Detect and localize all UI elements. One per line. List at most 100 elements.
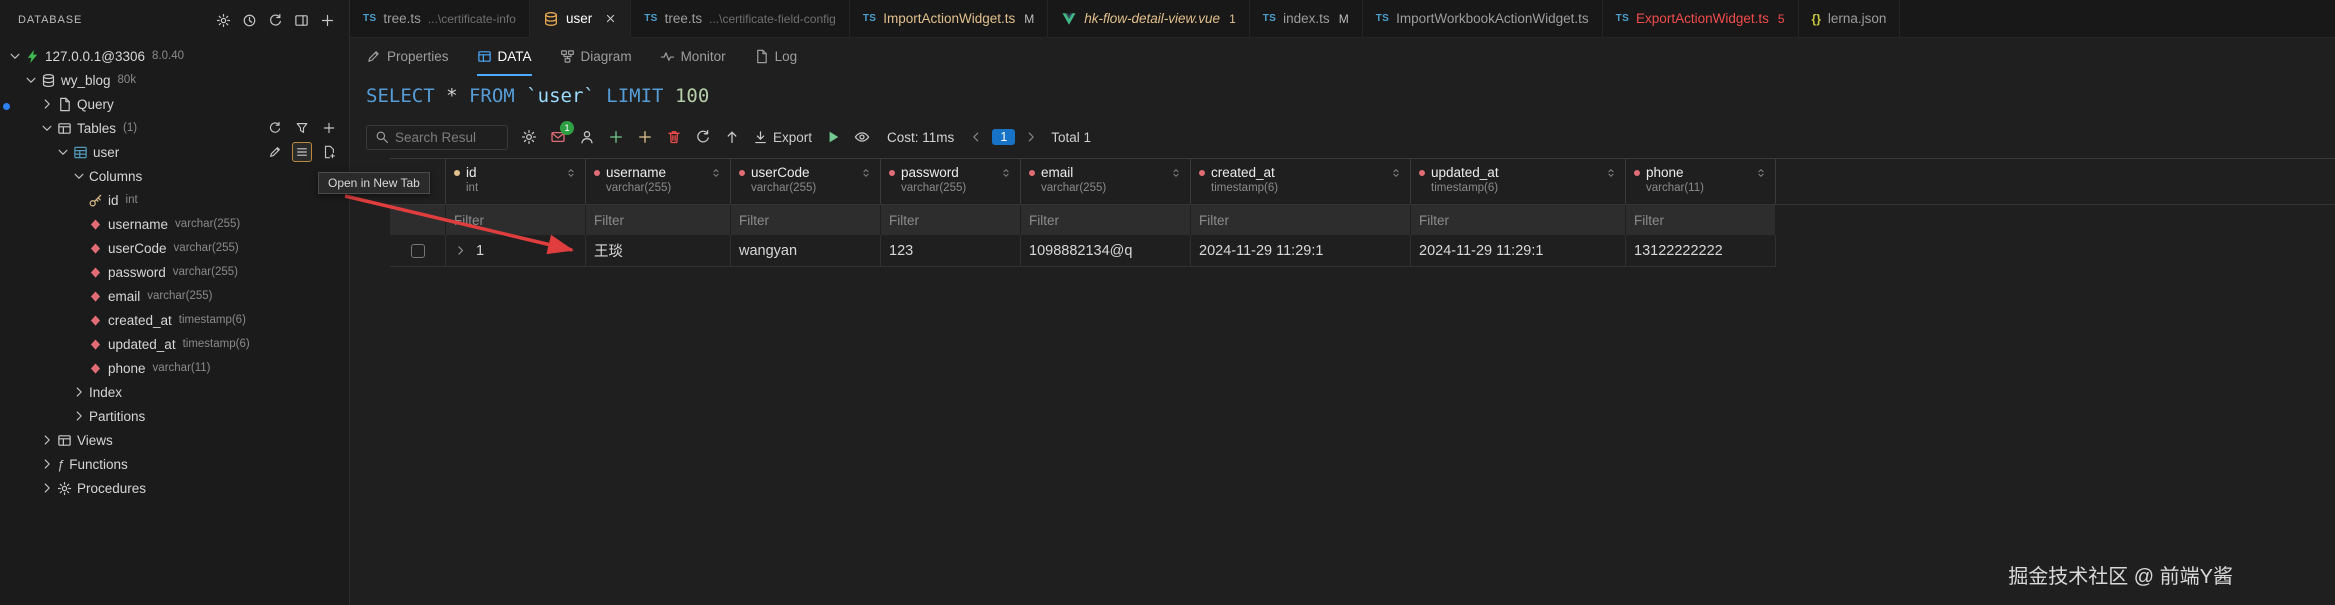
tree-item-col-id[interactable]: id int [0,188,349,212]
filter-input-updated_at[interactable] [1419,212,1617,228]
twisty[interactable] [72,385,89,399]
sort-button[interactable] [1755,167,1767,179]
sort-button[interactable] [1000,167,1012,179]
cell-phone[interactable]: 13122222222 [1626,235,1776,267]
sort-button[interactable] [565,167,577,179]
tree-item-database-wy-blog[interactable]: wy_blog 80k [0,68,349,92]
tab-lerna-json[interactable]: {} lerna.json [1798,0,1901,38]
column-header-id[interactable]: id int [446,159,586,204]
column-header-password[interactable]: password varchar(255) [881,159,1021,204]
tree-item-index[interactable]: Index [0,380,349,404]
cell-id[interactable]: 1 [446,235,586,267]
sql-statement[interactable]: SELECT * FROM `user` LIMIT 100 [350,76,2335,116]
view-tab-data[interactable]: DATA [476,38,532,76]
add-connection-button[interactable] [320,13,335,28]
table-row[interactable]: 1 王琰 wangyan 123 1098882134@q 2024-11-29 11:2… [390,235,2335,267]
view-tab-monitor[interactable]: Monitor [660,38,726,76]
tree-item-col-userCode[interactable]: userCode varchar(255) [0,236,349,260]
sort-button[interactable] [710,167,722,179]
twisty[interactable] [40,121,57,135]
new-query-button[interactable] [319,142,339,162]
tab-import-workbook-action-widget[interactable]: TS ImportWorkbookActionWidget.ts [1362,0,1603,38]
cell-userCode[interactable]: wangyan [731,235,881,267]
tree-item-col-email[interactable]: email varchar(255) [0,284,349,308]
sort-button[interactable] [1170,167,1182,179]
filter-tables-button[interactable] [292,118,312,138]
cell-updated_at[interactable]: 2024-11-29 11:29:1 [1411,235,1626,267]
open-in-editor-button[interactable] [294,13,309,28]
filter-input-id[interactable] [454,212,577,228]
tab-close-button[interactable] [604,12,617,25]
tree-item-table-user[interactable]: user [0,140,349,164]
tree-item-connection[interactable]: 127.0.0.1@3306 8.0.40 [0,44,349,68]
export-button[interactable]: Export [753,130,812,145]
tab-import-action-widget[interactable]: TS ImportActionWidget.ts M [849,0,1049,38]
tree-item-partitions[interactable]: Partitions [0,404,349,428]
add-row-button[interactable] [608,129,624,145]
column-header-created_at[interactable]: created_at timestamp(6) [1191,159,1411,204]
view-tab-log[interactable]: Log [754,38,797,76]
view-tab-diagram[interactable]: Diagram [560,38,632,76]
view-tab-properties[interactable]: Properties [366,38,449,76]
refresh-tables-button[interactable] [265,118,285,138]
account-button[interactable] [579,129,595,145]
twisty[interactable] [40,481,57,495]
twisty[interactable] [40,457,57,471]
row-checkbox[interactable] [410,243,425,258]
column-header-updated_at[interactable]: updated_at timestamp(6) [1411,159,1626,204]
filter-input-userCode[interactable] [739,212,872,228]
sort-button[interactable] [1605,167,1617,179]
tab-tree-ts-2[interactable]: TS tree.ts ...\certificate-field-config [631,0,850,38]
tab-index-ts[interactable]: TS index.ts M [1249,0,1363,38]
cell-email[interactable]: 1098882134@q [1021,235,1191,267]
tree-item-query[interactable]: Query [0,92,349,116]
open-in-new-tab-button[interactable] [292,142,312,162]
cell-created_at[interactable]: 2024-11-29 11:29:1 [1191,235,1411,267]
settings-button[interactable] [521,129,537,145]
twisty[interactable] [40,97,57,111]
edit-table-button[interactable] [265,142,285,162]
add-table-button[interactable] [319,118,339,138]
tree-item-views[interactable]: Views [0,428,349,452]
delete-row-button[interactable] [666,129,682,145]
tree-item-col-updated_at[interactable]: updated_at timestamp(6) [0,332,349,356]
tree-item-tables[interactable]: Tables (1) [0,116,349,140]
commit-button[interactable] [724,129,740,145]
tree-item-col-phone[interactable]: phone varchar(11) [0,356,349,380]
tree-item-col-password[interactable]: password varchar(255) [0,260,349,284]
twisty[interactable] [72,169,89,183]
tree-item-functions[interactable]: ƒ Functions [0,452,349,476]
filter-input-username[interactable] [594,212,722,228]
preview-sql-button[interactable] [854,129,870,145]
tab-user[interactable]: user [529,0,632,38]
sort-button[interactable] [1390,167,1402,179]
prev-page-button[interactable] [969,130,983,144]
tab-export-action-widget[interactable]: TS ExportActionWidget.ts 5 [1602,0,1799,38]
twisty[interactable] [24,73,41,87]
filter-input-password[interactable] [889,212,1012,228]
settings-button[interactable] [216,13,231,28]
tree-item-columns[interactable]: Columns [0,164,349,188]
add-column-button[interactable] [637,129,653,145]
tree-item-col-username[interactable]: username varchar(255) [0,212,349,236]
run-sql-button[interactable] [825,129,841,145]
twisty[interactable] [72,409,89,423]
messages-button[interactable]: 1 [550,121,574,145]
filter-input-created_at[interactable] [1199,212,1402,228]
sort-button[interactable] [860,167,872,179]
tab-tree-ts-1[interactable]: TS tree.ts ...\certificate-info [350,0,530,38]
row-expand-button[interactable] [454,244,467,257]
cell-password[interactable]: 123 [881,235,1021,267]
twisty[interactable] [8,49,25,63]
refresh-button[interactable] [268,13,283,28]
column-header-email[interactable]: email varchar(255) [1021,159,1191,204]
twisty[interactable] [40,433,57,447]
column-header-username[interactable]: username varchar(255) [586,159,731,204]
refresh-result-button[interactable] [695,129,711,145]
next-page-button[interactable] [1024,130,1038,144]
history-button[interactable] [242,13,257,28]
filter-input-email[interactable] [1029,212,1182,228]
tree-item-col-created_at[interactable]: created_at timestamp(6) [0,308,349,332]
tree-item-procedures[interactable]: Procedures [0,476,349,500]
cell-username[interactable]: 王琰 [586,235,731,267]
